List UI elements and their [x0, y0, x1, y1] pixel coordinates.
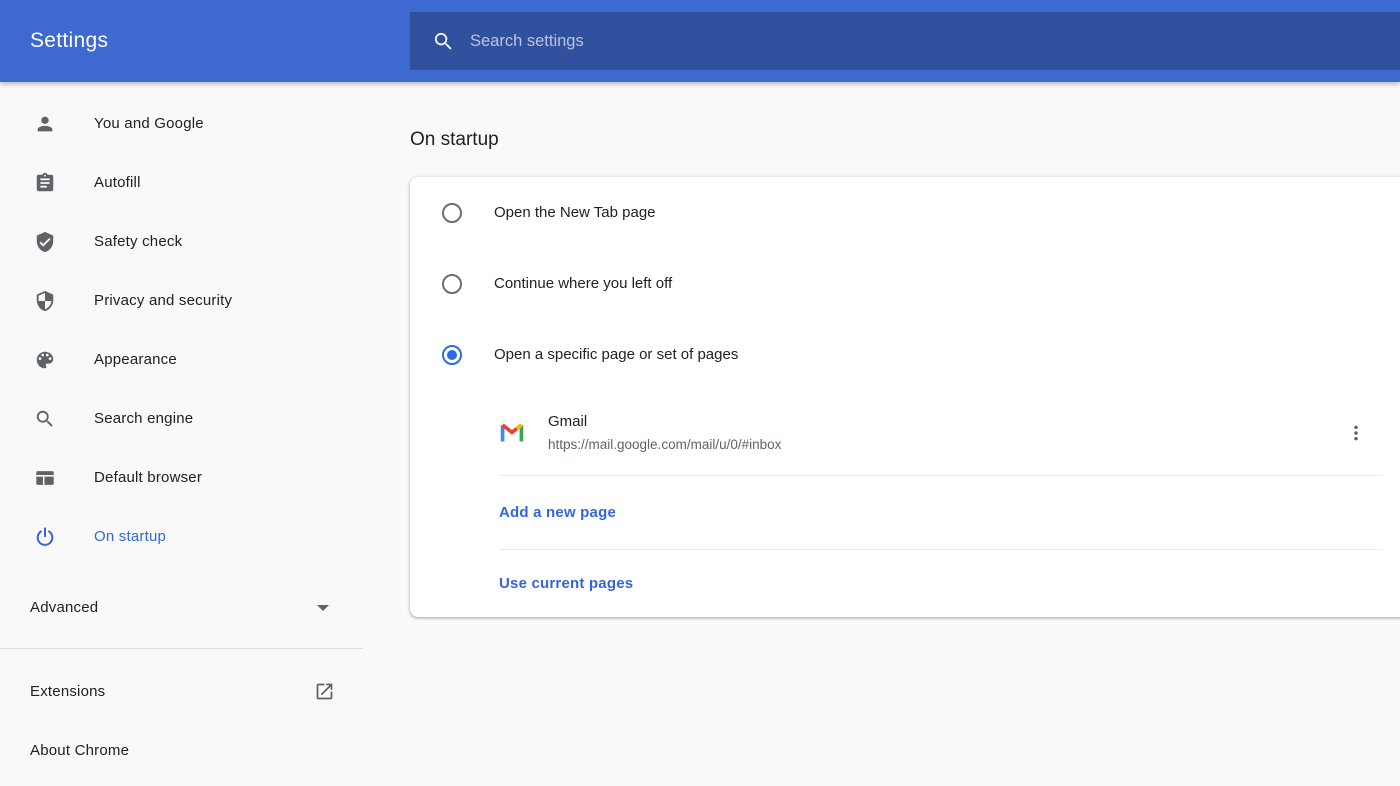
sidebar-item-label: On startup [94, 528, 167, 545]
gmail-icon [499, 420, 525, 446]
sidebar-item-you-and-google[interactable]: You and Google [0, 94, 363, 153]
page-title: Settings [30, 29, 109, 52]
sidebar-item-default-browser[interactable]: Default browser [0, 448, 363, 507]
radio-button-selected[interactable] [442, 344, 462, 365]
open-in-new-icon [314, 681, 335, 702]
on-startup-card: Open the New Tab page Continue where you… [410, 177, 1400, 617]
sidebar-item-advanced[interactable]: Advanced [0, 578, 363, 637]
search-input[interactable] [470, 31, 1400, 51]
security-shield-icon [33, 290, 57, 312]
palette-icon [33, 349, 57, 371]
use-current-pages-link[interactable]: Use current pages [410, 550, 1400, 617]
power-icon [33, 526, 57, 548]
option-continue-where-left-off[interactable]: Continue where you left off [410, 248, 1400, 319]
startup-page-title: Gmail [548, 413, 588, 430]
person-icon [33, 113, 57, 135]
more-actions-button[interactable] [1345, 422, 1367, 444]
chevron-down-icon [317, 604, 329, 611]
settings-sidebar: You and Google Autofill Safety check Pri… [0, 82, 363, 786]
startup-page-row: Gmail https://mail.google.com/mail/u/0/#… [410, 390, 1400, 475]
shield-check-icon [33, 231, 57, 253]
sidebar-item-label: Default browser [94, 469, 203, 486]
settings-header: Settings [0, 0, 1400, 82]
sidebar-item-label: Search engine [94, 410, 194, 427]
sidebar-item-privacy-security[interactable]: Privacy and security [0, 271, 363, 330]
option-open-specific-pages[interactable]: Open a specific page or set of pages [410, 319, 1400, 390]
sidebar-divider [0, 648, 363, 649]
sidebar-item-extensions[interactable]: Extensions [0, 662, 363, 721]
startup-page-url: https://mail.google.com/mail/u/0/#inbox [548, 437, 782, 452]
main-content: On startup Open the New Tab page Continu… [363, 82, 1400, 786]
clipboard-icon [33, 172, 57, 194]
sidebar-item-label: Safety check [94, 233, 183, 250]
sidebar-item-about-chrome[interactable]: About Chrome [0, 721, 363, 780]
radio-button[interactable] [442, 273, 462, 294]
sidebar-item-label: Autofill [94, 174, 141, 191]
sidebar-item-label: Privacy and security [94, 292, 233, 309]
sidebar-item-label: You and Google [94, 115, 204, 132]
section-title: On startup [410, 129, 499, 150]
sidebar-item-autofill[interactable]: Autofill [0, 153, 363, 212]
sidebar-item-safety-check[interactable]: Safety check [0, 212, 363, 271]
kebab-menu-icon [1354, 425, 1358, 440]
option-open-new-tab[interactable]: Open the New Tab page [410, 177, 1400, 248]
browser-window-icon [33, 467, 57, 489]
sidebar-item-label: Appearance [94, 351, 177, 368]
sidebar-item-search-engine[interactable]: Search engine [0, 389, 363, 448]
search-icon [432, 30, 455, 53]
sidebar-item-appearance[interactable]: Appearance [0, 330, 363, 389]
search-icon [33, 408, 57, 430]
sidebar-item-on-startup[interactable]: On startup [0, 507, 363, 566]
radio-button[interactable] [442, 202, 462, 223]
search-bar[interactable] [410, 12, 1400, 70]
add-new-page-link[interactable]: Add a new page [410, 476, 1400, 549]
